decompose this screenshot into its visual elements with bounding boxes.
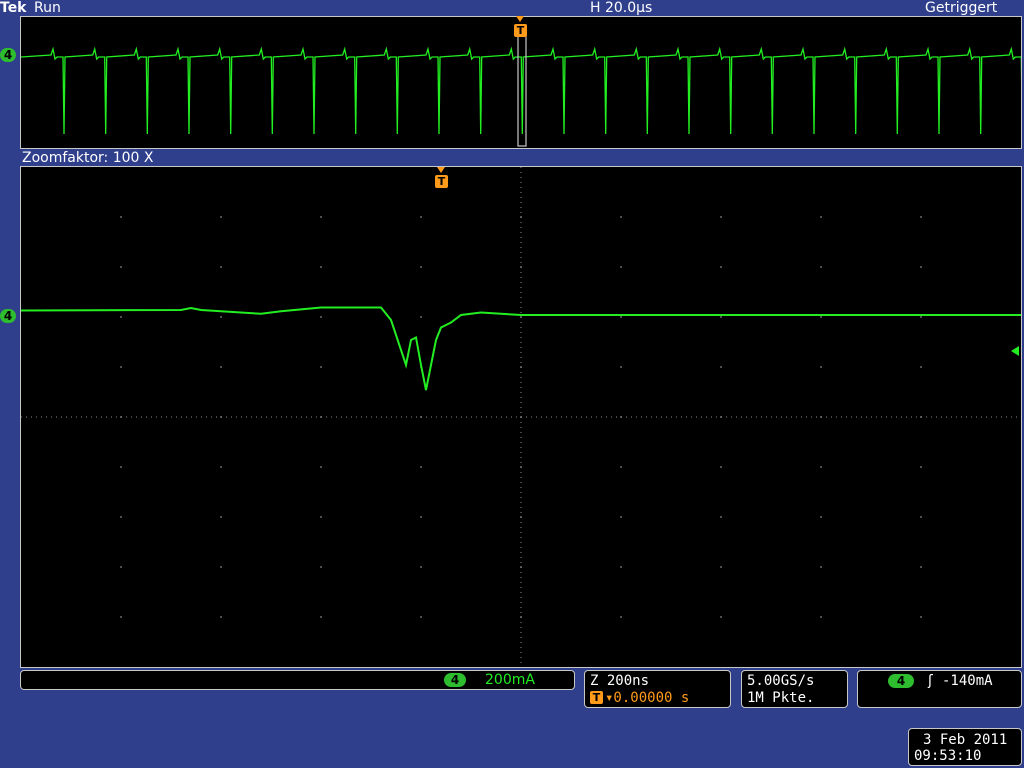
sample-rate: 5.00GS/s [747, 673, 815, 689]
zoom-trigger-arrow-icon [437, 167, 445, 173]
zoom-trace-plot [21, 167, 1021, 667]
trigger-offset: ▾0.00000 s [605, 690, 690, 706]
vertical-scale: 200mA [485, 672, 535, 688]
zoom-channel-marker[interactable]: 4 [0, 309, 16, 323]
date-label: 3 Feb 2011 [923, 732, 1008, 748]
trigger-level: -140mA [942, 673, 993, 689]
trigger-state: Getriggert [925, 0, 998, 16]
trigger-channel-badge: 4 [888, 674, 914, 688]
run-state: Run [34, 0, 61, 16]
overview-trace-line [21, 46, 1021, 135]
overview-trigger-arrow-icon [516, 16, 524, 22]
zoom-trigger-marker[interactable]: T [435, 175, 448, 188]
trigger-info-box[interactable]: 4 ʃ -140mA [857, 670, 1022, 708]
zoom-time: Z 200ns [590, 673, 650, 689]
zoom-time-box[interactable]: Z 200ns T ▾0.00000 s [584, 670, 731, 708]
trigger-position-icon: T [590, 691, 603, 704]
brand-label: Tek [0, 0, 27, 16]
datetime-box[interactable]: 3 Feb 2011 09:53:10 [908, 728, 1022, 766]
overview-channel-marker[interactable]: 4 [0, 48, 16, 62]
channel-badge: 4 [444, 673, 466, 687]
channel-info-box[interactable]: 4 200mA [20, 670, 575, 690]
trigger-edge-icon: ʃ [928, 673, 933, 689]
trigger-level-arrow-icon[interactable] [1011, 346, 1019, 356]
zoom-graticule[interactable] [20, 166, 1022, 668]
horizontal-scale: H 20.0µs [590, 0, 653, 16]
record-length: 1M Pkte. [747, 690, 815, 706]
zoom-factor-label: Zoomfaktor: 100 X [22, 150, 154, 166]
overview-trigger-marker[interactable]: T [514, 24, 527, 37]
sample-rate-box[interactable]: 5.00GS/s 1M Pkte. [741, 670, 848, 708]
time-label: 09:53:10 [914, 748, 982, 764]
